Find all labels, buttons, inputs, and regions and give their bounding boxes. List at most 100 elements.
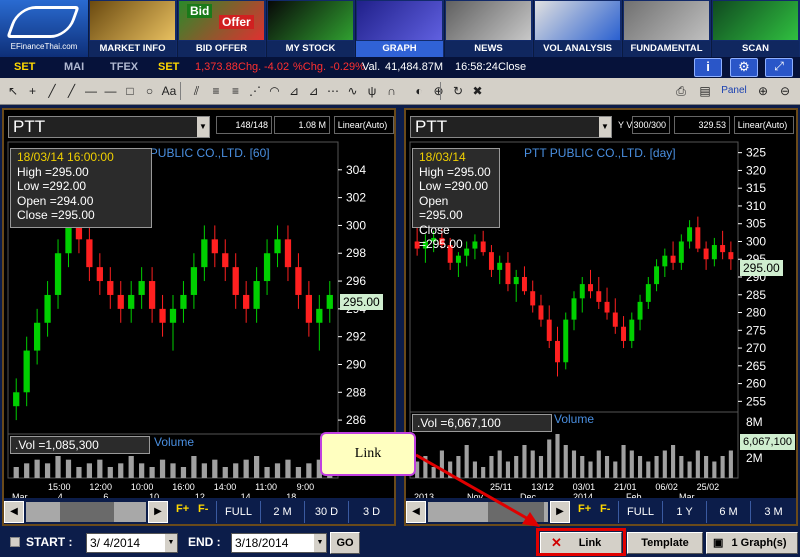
range-full-button[interactable]: FULL [216, 501, 260, 523]
nav-my-stock[interactable]: MY STOCK [266, 0, 354, 57]
chart-panel-daily[interactable]: PTT ▼ Y V 300/300 329.53 Linear(Auto) 325… [404, 108, 798, 526]
delete-icon[interactable]: ✖ [469, 81, 487, 101]
volume-bar [621, 445, 626, 478]
template-button[interactable]: Template [627, 532, 703, 554]
cycle-icon[interactable]: ∿ [344, 81, 362, 101]
start-date-picker[interactable]: 3/ 4/2014 ▼ [86, 533, 178, 553]
hline-icon[interactable]: — [102, 81, 120, 101]
zoom-in-icon[interactable]: F+ [578, 503, 591, 515]
scroll-left-arrow[interactable]: ◀ [406, 501, 426, 523]
fib-fan-icon[interactable]: ⊿ [305, 81, 323, 101]
pitchfork-icon[interactable]: ψ [363, 81, 381, 101]
fib-icon[interactable]: ≡ [207, 81, 225, 101]
zoom-in-icon[interactable]: ⊕ [754, 81, 772, 101]
zoom-icon[interactable]: ⊕ [430, 81, 448, 101]
info-icon[interactable]: i [694, 58, 722, 77]
nav-fundamental[interactable]: FUNDAMENTAL [622, 0, 710, 57]
scroll-thumb[interactable] [488, 502, 544, 522]
efinancethai-logo[interactable]: EFinanceThai.com [0, 0, 88, 57]
scroll-right-arrow[interactable]: ▶ [550, 501, 570, 523]
tab-mai[interactable]: MAI [64, 61, 84, 73]
nav-graph[interactable]: GRAPH [355, 0, 443, 57]
magnet-icon[interactable]: ∩ [383, 81, 401, 101]
rectangle-icon[interactable]: □ [121, 81, 139, 101]
news-icon [446, 1, 531, 40]
volume-bar [439, 450, 444, 478]
volume-bar [671, 445, 676, 478]
fullscreen-icon[interactable]: ⤢ [765, 58, 793, 77]
tab-tfex[interactable]: TFEX [110, 61, 138, 73]
range-6m-button[interactable]: 6 M [706, 501, 750, 523]
y-tick-label: 285 [746, 288, 766, 302]
symbol-select[interactable]: PTT ▼ [410, 116, 612, 138]
panel-button[interactable]: Panel [718, 81, 750, 101]
range-full-button[interactable]: FULL [618, 501, 662, 523]
print-icon[interactable]: ⎙ [672, 81, 690, 101]
arc-icon[interactable]: ◠ [266, 81, 284, 101]
range-1y-button[interactable]: 1 Y [662, 501, 706, 523]
bars-count: 300/300 [632, 116, 670, 134]
hline-icon[interactable]: — [82, 81, 100, 101]
scroll-track[interactable] [26, 502, 146, 522]
nav-news[interactable]: NEWS [444, 0, 532, 57]
crosshair-icon[interactable]: + [24, 81, 42, 101]
nav-vol-analysis[interactable]: VOL ANALYSIS [533, 0, 621, 57]
volume-bar [222, 467, 228, 478]
scroll-thumb[interactable] [60, 502, 114, 522]
zoom-out-icon[interactable]: F- [198, 503, 208, 515]
range-2m-button[interactable]: 2 M [260, 501, 304, 523]
globe-icon [713, 1, 798, 40]
volume-bar [646, 461, 651, 478]
chevron-down-icon[interactable]: ▼ [165, 534, 177, 552]
scroll-right-arrow[interactable]: ▶ [148, 501, 168, 523]
volume-bar [264, 467, 270, 478]
color-icon[interactable]: ◐ [410, 81, 428, 101]
candle-body [65, 225, 72, 254]
zoom-out-icon[interactable]: F- [600, 503, 610, 515]
go-button[interactable]: GO [330, 532, 360, 554]
end-date-picker[interactable]: 3/18/2014 ▼ [231, 533, 327, 553]
scroll-left-arrow[interactable]: ◀ [4, 501, 24, 523]
settings-gear-icon[interactable]: ⚙ [730, 58, 758, 77]
index-label: SET [158, 61, 180, 73]
scale-mode[interactable]: Linear(Auto) [734, 116, 794, 134]
cursor-icon[interactable]: ↖ [4, 81, 22, 101]
range-3d-button[interactable]: 3 D [348, 501, 394, 523]
info-open: Open =295.00 [419, 193, 463, 223]
fib-icon[interactable]: ≡ [227, 81, 245, 101]
candle-body [596, 291, 602, 302]
volume-bar [629, 450, 634, 478]
gann-icon[interactable]: ⋰ [246, 81, 264, 101]
chevron-down-icon[interactable]: ▼ [599, 117, 611, 137]
range-30d-button[interactable]: 30 D [304, 501, 348, 523]
refresh-icon[interactable]: ↻ [449, 81, 467, 101]
candle-body [33, 322, 41, 351]
ray-icon[interactable]: ╱ [63, 81, 81, 101]
save-icon[interactable]: ▤ [696, 81, 714, 101]
trendline-icon[interactable]: ╱ [43, 81, 61, 101]
candle-body [695, 227, 701, 249]
text-icon[interactable]: Aa [160, 81, 178, 101]
channel-icon[interactable]: ⫽ [188, 81, 206, 101]
symbol-select[interactable]: PTT ▼ [8, 116, 210, 138]
x-tick-label: 12:00 [89, 482, 112, 492]
y-tick-label: 260 [746, 377, 766, 391]
chevron-down-icon[interactable]: ▼ [197, 117, 209, 137]
chevron-down-icon[interactable]: ▼ [314, 534, 326, 552]
fan-icon[interactable]: ⊿ [285, 81, 303, 101]
tab-set[interactable]: SET [14, 61, 35, 73]
nav-market-info[interactable]: MARKET INFO [88, 0, 176, 57]
graph-count-button[interactable]: ▣ 1 Graph(s) [706, 532, 798, 554]
range-3m-button[interactable]: 3 M [750, 501, 796, 523]
candle-body [521, 277, 527, 292]
speed-line-icon[interactable]: ⋯ [324, 81, 342, 101]
nav-scan[interactable]: SCAN [711, 0, 799, 57]
scroll-track[interactable] [428, 502, 548, 522]
zoom-out-icon[interactable]: ⊖ [776, 81, 794, 101]
nav-bid-offer[interactable]: Bid Offer BID OFFER [177, 0, 265, 57]
candle-body [621, 326, 627, 341]
zoom-in-icon[interactable]: F+ [176, 503, 189, 515]
logo-text: EFinanceThai.com [10, 42, 78, 51]
scale-mode[interactable]: Linear(Auto) [334, 116, 394, 134]
circle-icon[interactable]: ○ [141, 81, 159, 101]
